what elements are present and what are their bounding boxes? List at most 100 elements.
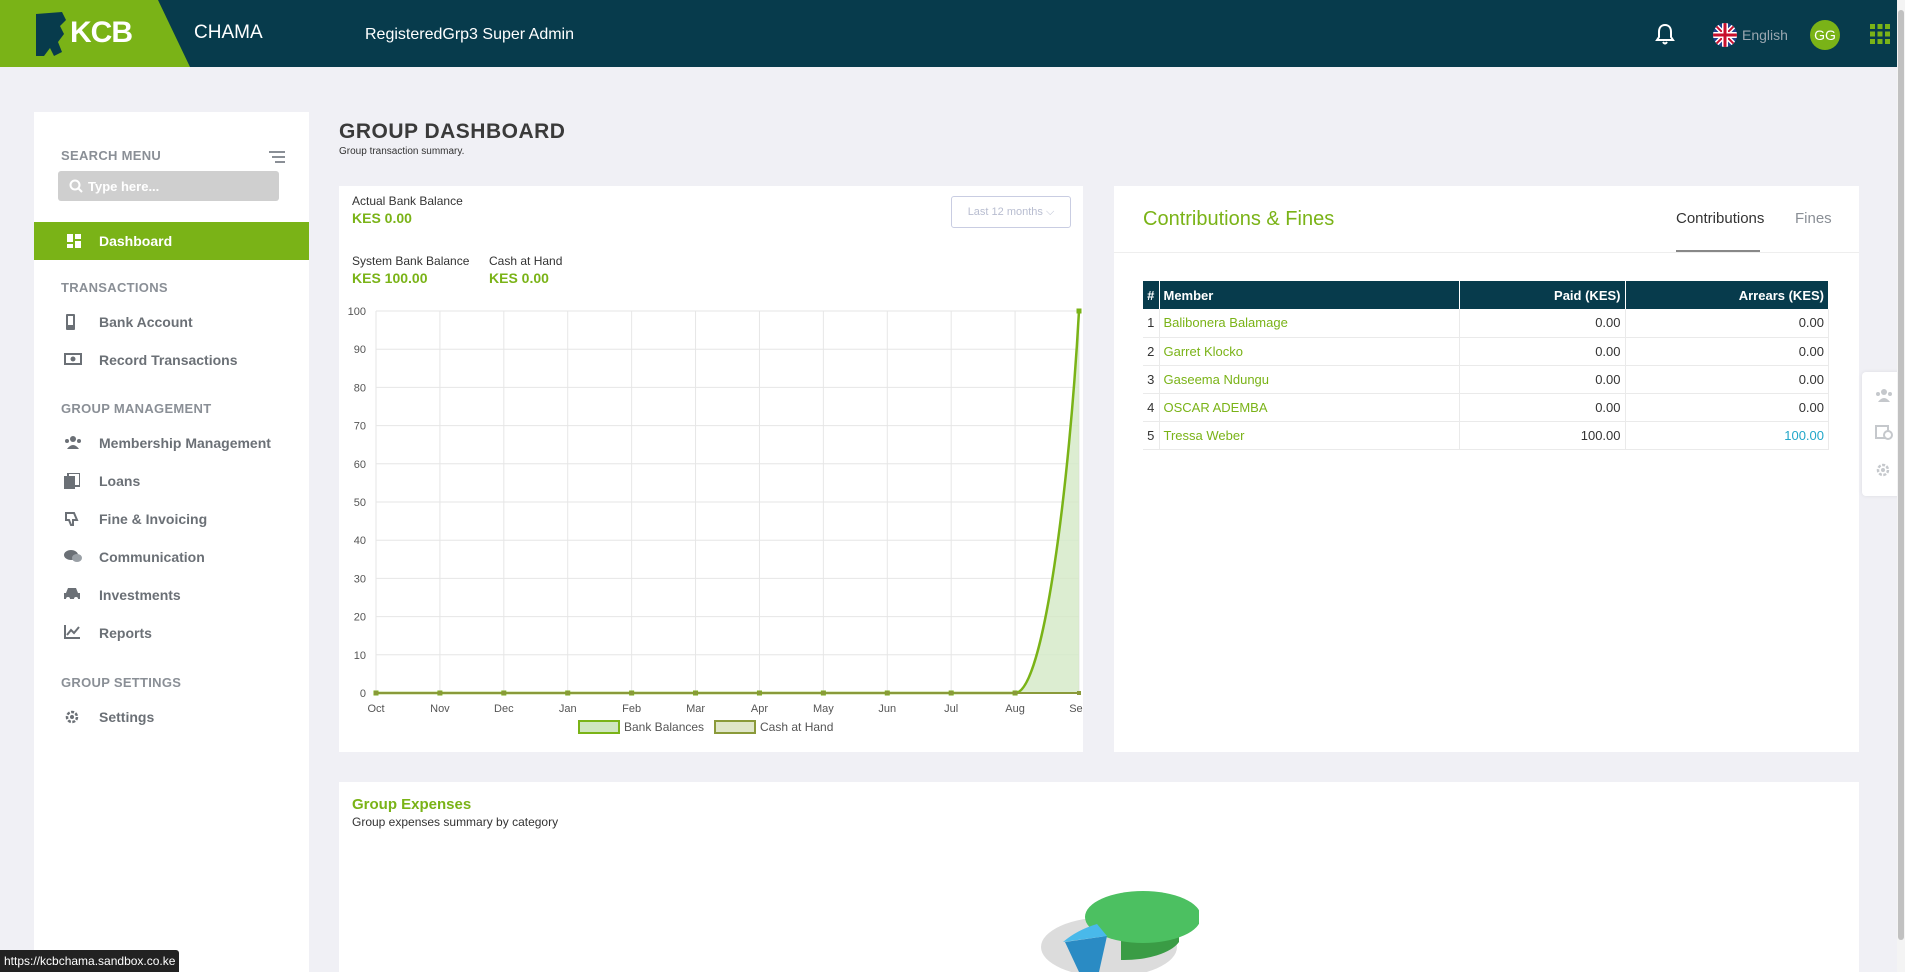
language-selector[interactable]: English (1712, 22, 1788, 48)
row-index: 2 (1143, 337, 1160, 366)
y-tick-label: 10 (354, 650, 366, 662)
chat-icon (64, 550, 82, 562)
sidebar-item-investments[interactable]: Investments (34, 580, 309, 610)
apps-grid-icon[interactable] (1870, 24, 1890, 49)
legend-label-cash-at-hand: Cash at Hand (760, 720, 833, 734)
sidebar-item-bank-account[interactable]: Bank Account (34, 307, 309, 337)
section-group-settings: GROUP SETTINGS (61, 675, 182, 690)
sidebar-item-loans[interactable]: Loans (34, 466, 309, 496)
col-header-paid: Paid (KES) (1459, 281, 1626, 309)
sidebar-item-reports[interactable]: Reports (34, 618, 309, 648)
x-tick-label: Jun (878, 703, 896, 715)
app-name: CHAMA (194, 22, 263, 43)
tab-fines[interactable]: Fines (1795, 210, 1832, 227)
page-title: GROUP DASHBOARD (339, 120, 566, 143)
sidebar-item-label: Investments (99, 587, 181, 603)
sidebar-item-record-transactions[interactable]: Record Transactions (34, 345, 309, 375)
logo-text: KCB (70, 16, 133, 49)
kcb-logo[interactable]: KCB (0, 0, 190, 67)
paid-amount: 0.00 (1459, 337, 1626, 366)
y-tick-label: 40 (354, 535, 366, 547)
search-icon (69, 179, 83, 193)
expenses-title: Group Expenses (352, 796, 472, 813)
x-tick-label: Jul (944, 703, 958, 715)
cash-at-hand-point (757, 691, 762, 695)
balance-chart-card: Actual Bank Balance KES 0.00 System Bank… (339, 186, 1083, 752)
member-name-link[interactable]: OSCAR ADEMBA (1159, 393, 1460, 422)
cash-at-hand-point (885, 691, 890, 695)
x-tick-label: Oct (367, 703, 384, 715)
y-tick-label: 50 (354, 497, 366, 509)
group-name: RegisteredGrp3 Super Admin (365, 26, 574, 43)
cash-at-hand-point (949, 691, 954, 695)
x-tick-label: Dec (494, 703, 514, 715)
table-row: 5 Tressa Weber 100.00 100.00 (1143, 421, 1829, 450)
y-tick-label: 30 (354, 573, 366, 585)
car-icon (64, 588, 80, 601)
cash-at-hand-point (437, 691, 442, 695)
user-avatar[interactable]: GG (1810, 20, 1840, 50)
x-tick-label: Aug (1005, 703, 1025, 715)
table-row: 4 OSCAR ADEMBA 0.00 0.00 (1143, 393, 1829, 422)
mobile-bank-icon (66, 314, 75, 330)
sidebar-item-settings[interactable]: Settings (34, 702, 309, 732)
cash-at-hand-point (693, 691, 698, 695)
member-name-link[interactable]: Garret Klocko (1159, 337, 1460, 366)
arrears-amount: 100.00 (1625, 421, 1829, 450)
row-index: 3 (1143, 365, 1160, 394)
row-index: 1 (1143, 309, 1160, 338)
bell-icon[interactable] (1655, 23, 1675, 50)
paid-amount: 0.00 (1459, 365, 1626, 394)
sidebar-item-label: Membership Management (99, 435, 271, 451)
cash-icon (64, 353, 82, 365)
col-header-member: Member (1159, 281, 1460, 309)
x-tick-label: Apr (751, 703, 768, 715)
gear-icon[interactable] (1875, 462, 1891, 478)
x-tick-label: Feb (622, 703, 641, 715)
legend-swatch-cash-at-hand (714, 720, 756, 734)
members-icon (65, 436, 81, 449)
y-tick-label: 80 (354, 382, 366, 394)
contributions-card: Contributions & Fines Contributions Fine… (1114, 186, 1859, 752)
cash-at-hand-point (629, 691, 634, 695)
sidebar-item-label: Record Transactions (99, 352, 238, 368)
search-menu-label: SEARCH MENU (61, 148, 162, 163)
language-label: English (1742, 27, 1788, 43)
x-tick-label: Mar (686, 703, 705, 715)
y-tick-label: 60 (354, 459, 366, 471)
y-tick-label: 90 (354, 344, 366, 356)
arrears-amount: 0.00 (1625, 309, 1829, 338)
chart-icon (64, 625, 80, 639)
section-transactions: TRANSACTIONS (61, 280, 168, 295)
table-header-row: # Member Paid (KES) Arrears (KES) (1143, 281, 1829, 309)
x-tick-label: Nov (430, 703, 450, 715)
page-subtitle: Group transaction summary. (339, 146, 465, 157)
sidebar-search-input[interactable] (88, 171, 273, 201)
sidebar-item-communication[interactable]: Communication (34, 542, 309, 572)
paid-amount: 0.00 (1459, 309, 1626, 338)
member-name-link[interactable]: Gaseema Ndungu (1159, 365, 1460, 394)
loans-icon (64, 473, 80, 489)
cash-at-hand-point (565, 691, 570, 695)
sidebar-item-dashboard[interactable]: Dashboard (34, 222, 309, 260)
cash-at-hand-point (374, 691, 378, 695)
sidebar-search[interactable] (58, 171, 279, 201)
table-row: 2 Garret Klocko 0.00 0.00 (1143, 337, 1829, 366)
member-name-link[interactable]: Balibonera Balamage (1159, 309, 1460, 338)
bank-balances-point (1076, 308, 1082, 314)
sidebar-item-membership-management[interactable]: Membership Management (34, 428, 309, 458)
tab-contributions[interactable]: Contributions (1676, 210, 1764, 227)
calendar-clock-icon[interactable] (1875, 424, 1893, 440)
sidebar-item-label: Loans (99, 473, 141, 489)
member-name-link[interactable]: Tressa Weber (1159, 421, 1460, 450)
group-expenses-card: Group Expenses Group expenses summary by… (339, 782, 1859, 972)
menu-toggle-icon[interactable] (269, 150, 285, 168)
sidebar-item-fine-invoicing[interactable]: Fine & Invoicing (34, 504, 309, 534)
members-icon[interactable] (1875, 388, 1893, 402)
col-header-index: # (1143, 281, 1160, 309)
cash-at-hand-point (501, 691, 506, 695)
expenses-pie-chart (1041, 891, 1199, 972)
paid-amount: 100.00 (1459, 421, 1626, 450)
scrollbar-thumb[interactable] (1898, 10, 1904, 940)
y-tick-label: 20 (354, 612, 366, 624)
